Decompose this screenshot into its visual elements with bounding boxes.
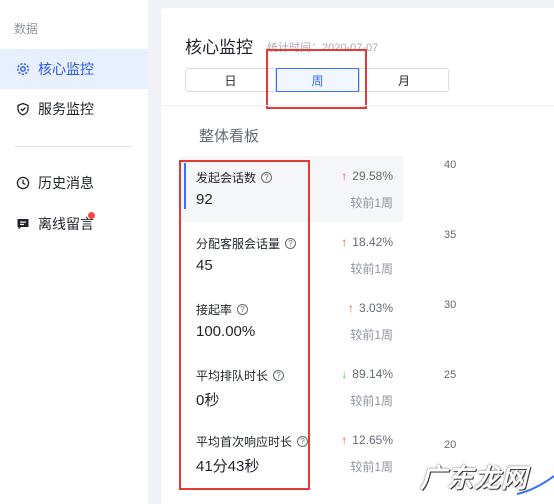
metric-compare: 较前1周 <box>350 262 393 276</box>
arrow-up-icon: ↑ <box>341 433 348 447</box>
header-divider <box>161 105 554 106</box>
message-icon <box>16 217 30 231</box>
sidebar-item-offline-message[interactable]: 离线留言 <box>0 204 148 244</box>
sidebar-item-core-monitor[interactable]: 核心监控 <box>0 49 148 89</box>
shield-icon <box>16 102 30 116</box>
page-title: 核心监控 <box>185 38 253 57</box>
y-axis-tick: 30 <box>444 299 457 311</box>
metric-label-text: 接起率 <box>196 303 233 317</box>
metric-card-pickup-rate[interactable]: 接起率 ? 100.00% ↑ 3.03% 较前1周 <box>181 288 403 354</box>
y-axis-tick: 25 <box>444 369 457 381</box>
arrow-up-icon: ↑ <box>347 301 354 315</box>
help-icon[interactable]: ? <box>237 304 249 315</box>
metric-card-assigned[interactable]: 分配客服会话量 ? 45 ↑ 18.42% 较前1周 <box>181 222 403 288</box>
gear-icon <box>16 62 30 76</box>
metric-compare: 较前1周 <box>350 328 393 342</box>
help-icon[interactable]: ? <box>261 172 273 183</box>
metric-label-text: 发起会话数 <box>196 171 257 185</box>
watermark-text: 广东龙网 <box>420 463 529 493</box>
y-axis-tick: 20 <box>444 439 457 451</box>
metric-change: ↓ 89.14% <box>341 367 393 381</box>
metric-compare: 较前1周 <box>350 460 393 474</box>
metric-card-sessions[interactable]: 发起会话数 ? 92 ↑ 29.58% 较前1周 <box>181 156 403 222</box>
clock-icon <box>16 176 30 190</box>
help-icon[interactable]: ? <box>297 436 309 447</box>
y-axis-tick: 40 <box>444 159 457 171</box>
arrow-up-icon: ↑ <box>341 235 348 249</box>
sidebar-item-label: 核心监控 <box>38 61 94 77</box>
sidebar-divider <box>14 146 132 147</box>
sidebar: 数据 核心监控 服务监控 历史消息 离线留言 <box>0 0 148 504</box>
metric-card-queue-time[interactable]: 平均排队时长 ? 0秒 ↓ 89.14% 较前1周 <box>181 354 403 420</box>
arrow-up-icon: ↑ <box>341 169 348 183</box>
metric-label: 分配客服会话量 ? <box>196 235 297 252</box>
metric-value: 100.00% <box>196 323 256 340</box>
help-icon[interactable]: ? <box>285 238 297 249</box>
metric-value: 41分43秒 <box>196 458 260 475</box>
metric-change: ↑ 3.03% <box>348 301 393 315</box>
metric-label: 平均排队时长 ? <box>196 367 285 384</box>
annotation-highlight-week <box>266 49 367 109</box>
core-monitor-panel: 核心监控 统计时间：2020-07-07 日 周 月 整体看板 发起会话数 ? … <box>161 8 554 504</box>
metric-label-text: 平均排队时长 <box>196 369 269 383</box>
period-tab-day[interactable]: 日 <box>185 68 276 92</box>
metric-change-value: 29.58% <box>352 169 393 183</box>
metric-label: 发起会话数 ? <box>196 169 273 186</box>
metric-change-value: 18.42% <box>352 235 393 249</box>
metric-change-value: 89.14% <box>352 367 393 381</box>
metric-value: 0秒 <box>196 392 220 409</box>
sidebar-item-label: 离线留言 <box>38 216 94 232</box>
sidebar-item-service-monitor[interactable]: 服务监控 <box>0 89 148 129</box>
metric-change: ↑ 29.58% <box>341 169 393 183</box>
metric-compare: 较前1周 <box>350 394 393 408</box>
arrow-down-icon: ↓ <box>341 367 348 381</box>
metric-value: 92 <box>196 191 213 208</box>
metric-change-value: 12.65% <box>352 433 393 447</box>
metric-label-text: 平均首次响应时长 <box>196 435 293 449</box>
metric-label: 平均首次响应时长 ? <box>196 433 309 450</box>
metric-change-value: 3.03% <box>358 301 393 315</box>
sidebar-item-label: 服务监控 <box>38 101 94 117</box>
y-axis-tick: 35 <box>444 229 457 241</box>
metric-label: 接起率 ? <box>196 301 249 318</box>
sidebar-item-label: 历史消息 <box>38 175 94 191</box>
metric-label-text: 分配客服会话量 <box>196 237 281 251</box>
metric-change: ↑ 12.65% <box>341 433 393 447</box>
sidebar-item-history[interactable]: 历史消息 <box>0 163 148 203</box>
metric-card-first-response[interactable]: 平均首次响应时长 ? 41分43秒 ↑ 12.65% 较前1周 <box>181 420 403 486</box>
metric-change: ↑ 18.42% <box>341 235 393 249</box>
notification-badge <box>88 212 95 219</box>
sidebar-section-label: 数据 <box>14 22 39 36</box>
metric-value: 45 <box>196 257 213 274</box>
metric-compare: 较前1周 <box>350 196 393 210</box>
watermark: 广东龙网 <box>420 458 528 495</box>
period-tab-month[interactable]: 月 <box>359 68 449 92</box>
board-title: 整体看板 <box>199 128 260 145</box>
help-icon[interactable]: ? <box>273 370 285 381</box>
